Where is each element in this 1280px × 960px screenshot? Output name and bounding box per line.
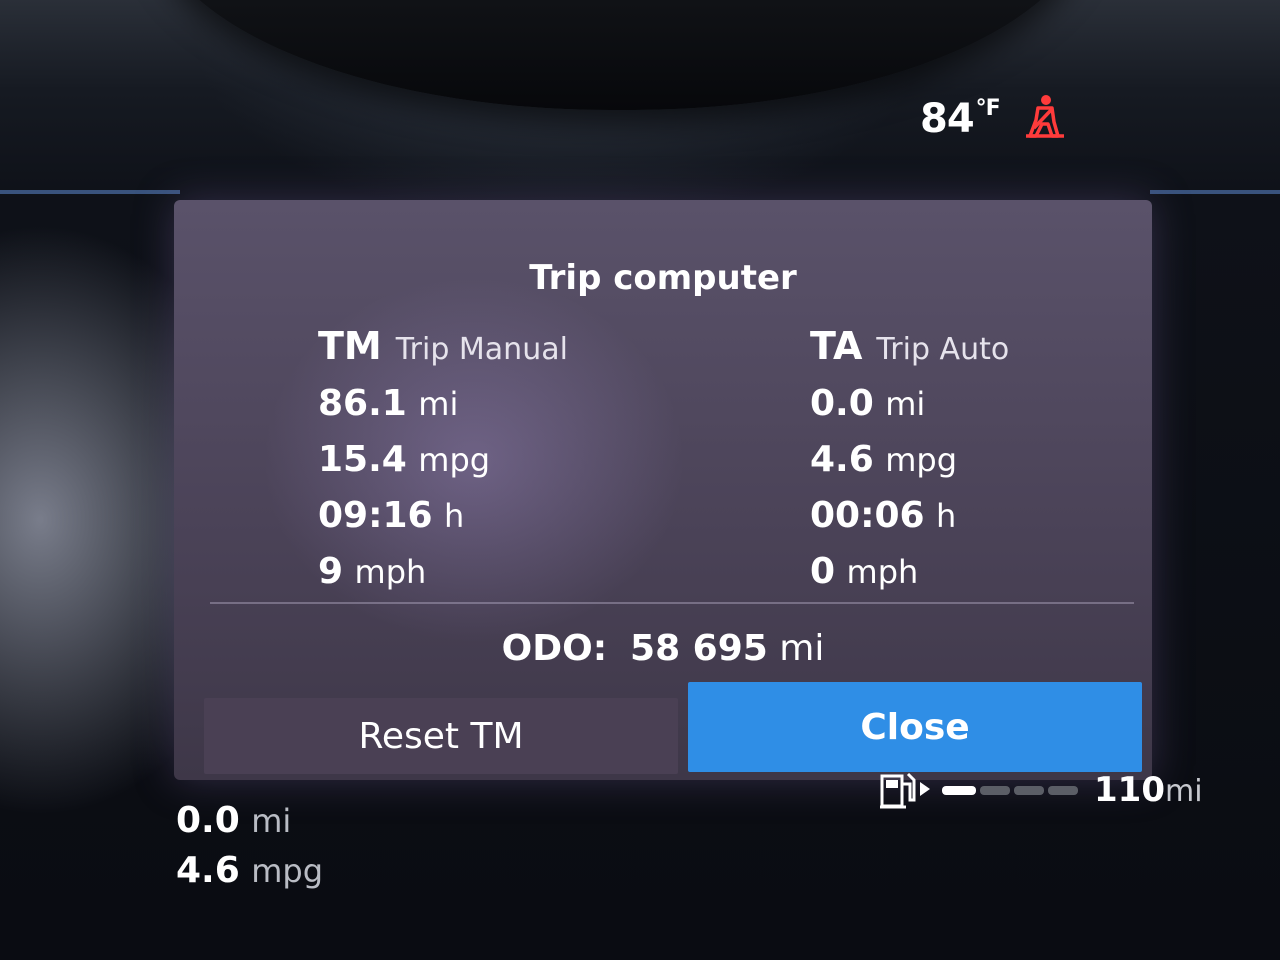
range-value: 110 [1094,770,1165,810]
trip-auto-column: TA Trip Auto 0.0 mi 4.6 mpg 00:06 h 0 mp… [810,324,1009,600]
trip-manual-speed: 9 mph [318,551,427,592]
fuel-segment [1048,785,1078,795]
odometer-value: 58 695 [630,628,768,669]
temperature-unit: °F [975,96,1001,121]
outside-temperature: 84°F [920,96,1001,142]
trip-manual-column: TM Trip Manual 86.1 mi 15.4 mpg 09:16 h … [318,324,568,600]
trip-summary-readout: 0.0 mi 4.6 mpg [176,800,323,900]
trip-manual-distance: 86.1 mi [318,383,459,424]
trip-computer-dialog: Trip computer TM Trip Manual 86.1 mi 15.… [174,200,1152,780]
odometer-label: ODO: [501,628,608,669]
trip-auto-abbr: TA [810,324,863,368]
range-unit: mi [1164,774,1203,809]
fuel-segment [1014,785,1044,795]
trip-auto-header: TA Trip Auto [810,324,1009,376]
odometer-unit: mi [779,628,825,669]
trip-auto-economy: 4.6 mpg [810,439,958,480]
fuel-segment [980,785,1010,795]
trip-manual-time: 09:16 h [318,495,465,536]
close-button[interactable]: Close [688,682,1142,772]
fuel-level-gauge [942,785,1078,795]
ambient-strip-right [1150,190,1280,194]
trip-manual-economy: 15.4 mpg [318,439,491,480]
section-divider [210,602,1134,604]
fuel-segment [942,785,976,795]
ambient-strip-left [0,190,180,194]
trip-auto-time: 00:06 h [810,495,957,536]
fuel-range: 110mi [878,770,1203,810]
range-readout: 110mi [1094,770,1203,810]
reset-tm-button[interactable]: Reset TM [204,698,678,774]
trip-manual-header: TM Trip Manual [318,324,568,376]
odometer-readout: ODO: 58 695 mi [174,628,1152,669]
trip-auto-label: Trip Auto [876,332,1010,367]
seatbelt-warning-icon [1026,95,1064,138]
trip-auto-distance: 0.0 mi [810,383,926,424]
trip-manual-abbr: TM [318,324,382,368]
fuel-pump-icon [880,772,930,809]
dialog-title: Trip computer [529,258,797,298]
summary-economy: 4.6 mpg [176,850,324,891]
summary-distance: 0.0 mi [176,800,292,841]
temperature-value: 84 [920,96,975,142]
trip-auto-speed: 0 mph [810,551,919,592]
trip-manual-label: Trip Manual [395,332,568,367]
